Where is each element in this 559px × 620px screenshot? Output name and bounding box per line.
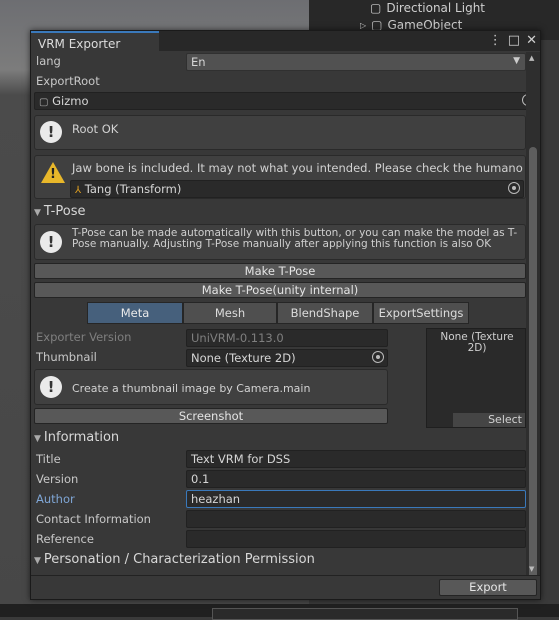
chevron-down-icon: ▼ bbox=[34, 208, 41, 218]
object-picker-icon[interactable] bbox=[372, 351, 384, 363]
version-field[interactable]: 0.1 bbox=[186, 470, 526, 488]
exporter-version-field: UniVRM-0.113.0 bbox=[186, 329, 388, 347]
vertical-scrollbar[interactable]: ▲ ▼ bbox=[526, 52, 540, 582]
warning-icon: ! bbox=[41, 162, 65, 183]
jaw-object-field[interactable]: ⅄ Tang (Transform) bbox=[70, 180, 524, 198]
tab-meta[interactable]: Meta bbox=[87, 302, 183, 324]
scroll-down-icon[interactable]: ▼ bbox=[529, 565, 534, 573]
reference-label: Reference bbox=[36, 532, 94, 546]
window-tab[interactable]: VRM Exporter bbox=[31, 31, 159, 52]
thumbnail-label: Thumbnail bbox=[36, 350, 97, 364]
screenshot-button[interactable]: Screenshot bbox=[34, 408, 388, 424]
title-label: Title bbox=[36, 452, 61, 466]
export-button[interactable]: Export bbox=[439, 579, 537, 596]
transform-icon: ⅄ bbox=[75, 185, 82, 196]
exporter-content: lang En ▼ ExportRoot ▢ Gizmo ! Root OK !… bbox=[31, 52, 526, 575]
contact-information-field[interactable] bbox=[186, 510, 526, 528]
scroll-up-icon[interactable]: ▲ bbox=[529, 54, 534, 62]
chevron-right-icon: ▷ bbox=[360, 20, 367, 30]
cube-icon: ▢ bbox=[370, 1, 382, 15]
tpose-help: ! T-Pose can be made automatically with … bbox=[34, 224, 526, 260]
tpose-foldout[interactable]: ▼ T-Pose bbox=[34, 204, 85, 219]
info-icon: ! bbox=[40, 231, 62, 253]
cube-icon: ▢ bbox=[39, 97, 49, 108]
maximize-icon[interactable]: □ bbox=[508, 33, 520, 48]
chevron-down-icon: ▼ bbox=[513, 56, 520, 66]
hierarchy-item[interactable]: ▢ Directional Light bbox=[370, 1, 485, 15]
close-icon[interactable]: ✕ bbox=[526, 33, 537, 48]
export-root-field[interactable]: ▢ Gizmo bbox=[34, 92, 526, 110]
contact-information-label: Contact Information bbox=[36, 512, 151, 526]
reference-field[interactable] bbox=[186, 530, 526, 548]
information-foldout[interactable]: ▼ Information bbox=[34, 430, 119, 445]
vrm-exporter-window: VRM Exporter ⋮ □ ✕ lang En ▼ ExportRoot … bbox=[30, 30, 541, 600]
bottom-search-field[interactable] bbox=[212, 608, 518, 620]
make-tpose-internal-button[interactable]: Make T-Pose(unity internal) bbox=[34, 282, 526, 298]
permission-foldout[interactable]: ▼ Personation / Characterization Permissi… bbox=[34, 552, 315, 567]
thumbnail-help: ! Create a thumbnail image by Camera.mai… bbox=[34, 369, 388, 405]
lang-dropdown[interactable]: En ▼ bbox=[186, 53, 526, 71]
select-button[interactable]: Select bbox=[453, 413, 525, 427]
lang-label: lang bbox=[36, 54, 61, 68]
chevron-down-icon: ▼ bbox=[34, 434, 41, 444]
title-field[interactable]: Text VRM for DSS bbox=[186, 450, 526, 468]
exporter-version-label: Exporter Version bbox=[36, 330, 132, 344]
author-label: Author bbox=[36, 492, 75, 506]
info-icon: ! bbox=[40, 121, 62, 143]
export-root-label: ExportRoot bbox=[36, 74, 100, 88]
window-footer: Export bbox=[31, 575, 540, 599]
thumbnail-field[interactable]: None (Texture 2D) bbox=[186, 349, 388, 367]
chevron-down-icon: ▼ bbox=[34, 556, 41, 566]
author-field[interactable]: heazhan bbox=[186, 490, 526, 508]
jaw-warning-message: ! Jaw bone is included. It may not what … bbox=[34, 155, 526, 199]
root-ok-message: ! Root OK bbox=[34, 115, 526, 150]
tab-exportsettings[interactable]: ExportSettings bbox=[373, 302, 469, 324]
tab-mesh[interactable]: Mesh bbox=[183, 302, 277, 324]
make-tpose-button[interactable]: Make T-Pose bbox=[34, 263, 526, 279]
tab-blendshape[interactable]: BlendShape bbox=[277, 302, 373, 324]
window-titlebar: VRM Exporter ⋮ □ ✕ bbox=[31, 31, 540, 52]
more-options-icon[interactable]: ⋮ bbox=[489, 33, 502, 48]
version-label: Version bbox=[36, 472, 79, 486]
scrollbar-thumb[interactable] bbox=[529, 147, 537, 582]
object-picker-icon[interactable] bbox=[508, 182, 520, 194]
thumbnail-preview[interactable]: None (Texture 2D) Select bbox=[426, 328, 526, 428]
info-icon: ! bbox=[40, 376, 62, 398]
window-title: VRM Exporter bbox=[38, 37, 121, 51]
